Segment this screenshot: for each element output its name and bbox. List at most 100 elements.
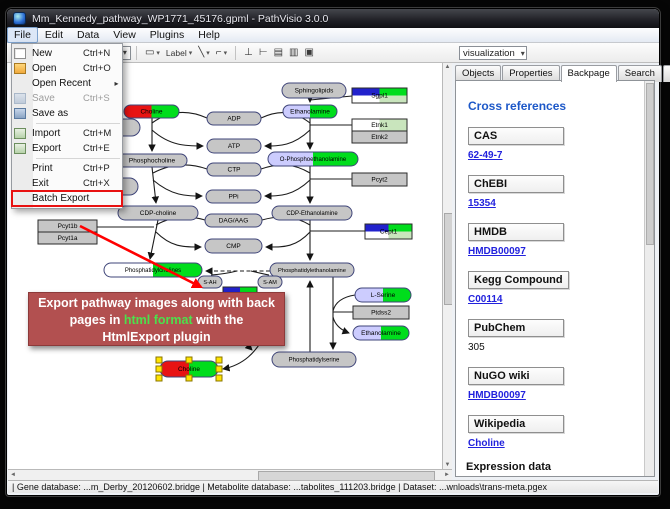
pathway-node-sgpl1[interactable]: Sgpl1 (352, 88, 407, 103)
selection-handle[interactable] (216, 375, 222, 381)
pathway-node-phosphatidylserine[interactable]: Phosphatidylserine (272, 352, 356, 367)
file-menu-item-save-as[interactable]: Save as (12, 106, 122, 121)
callout-line2-post: with the (193, 313, 244, 327)
menu-file[interactable]: File (7, 27, 38, 43)
chevron-down-icon: ▾ (123, 48, 127, 57)
pathway-node-s-am[interactable]: S-AM (258, 276, 282, 288)
selection-handle[interactable] (156, 357, 162, 363)
file-menu-item-exit[interactable]: ExitCtrl+X (12, 176, 122, 191)
titlebar[interactable]: Mm_Kennedy_pathway_WP1771_45176.gpml - P… (7, 9, 659, 28)
backpage-link[interactable]: HMDB00097 (468, 390, 654, 401)
backpage-section-title: PubChem (468, 319, 564, 337)
pathway-node-cmp[interactable]: CMP (205, 239, 262, 253)
selection-handle[interactable] (186, 375, 192, 381)
selection-handle[interactable] (216, 357, 222, 363)
backpage-link[interactable]: Choline (468, 438, 654, 449)
selection-handle[interactable] (156, 366, 162, 372)
selection-handle[interactable] (156, 375, 162, 381)
backpage-link[interactable]: 62-49-7 (468, 150, 654, 161)
backpage-section-title: ChEBI (468, 175, 564, 193)
pathway-edge[interactable] (265, 180, 310, 196)
pathway-node-choline-top[interactable]: Choline (124, 105, 179, 118)
file-menu-item-batch-export[interactable]: Batch Export (12, 191, 122, 206)
selection-handle[interactable] (186, 357, 192, 363)
distribute-vertical-button[interactable]: ▤ (271, 45, 286, 61)
pathway-edge[interactable] (333, 317, 349, 333)
file-menu-item-new[interactable]: NewCtrl+N (12, 46, 122, 61)
scroll-left-icon[interactable]: ◄ (10, 470, 16, 480)
pathway-node-ctp[interactable]: CTP (207, 163, 261, 176)
pathway-node-cdp-choline[interactable]: CDP-choline (118, 206, 198, 220)
pathway-node-adp[interactable]: ADP (207, 112, 261, 125)
menu-help[interactable]: Help (191, 28, 227, 42)
stack-button[interactable]: ▣ (301, 45, 316, 61)
pathvisio-app-icon (13, 12, 26, 25)
pathway-node-pcyt2[interactable]: Pcyt2 (352, 173, 407, 186)
pathway-node-phosphatidylcholines[interactable]: Phosphatidylcholines (104, 263, 202, 277)
pathway-edge[interactable] (156, 232, 201, 247)
canvas-horizontal-scrollbar[interactable]: ◄ ► (8, 469, 452, 480)
pathway-node-sphingolipids[interactable]: Sphingolipids (282, 83, 346, 98)
menu-view[interactable]: View (106, 28, 143, 42)
pathway-edge[interactable] (251, 271, 269, 275)
connector-tool-button[interactable]: ⌐▾ (213, 45, 230, 61)
selection-handle[interactable] (216, 366, 222, 372)
menu-item-label: Print (32, 163, 83, 174)
pathway-node-s-ah[interactable]: S-AH (198, 276, 222, 288)
file-menu-item-open[interactable]: OpenCtrl+O (12, 61, 122, 76)
pathway-edge[interactable] (152, 130, 203, 146)
pathway-node-choline-bottom[interactable]: Choline (156, 357, 222, 381)
pathway-node-phosphocholine[interactable]: Phosphocholine (117, 154, 187, 167)
scroll-down-icon[interactable]: ▼ (443, 462, 452, 468)
tab-legend[interactable]: Legend (663, 65, 670, 82)
panel-scroll-thumb[interactable] (646, 83, 654, 245)
connector-tool-button-glyph: ⌐ (216, 45, 222, 61)
backpage-link[interactable]: C00114 (468, 294, 654, 305)
label-tool-button[interactable]: Label▾ (163, 45, 195, 61)
line-tool-button[interactable]: ╲▾ (195, 45, 213, 61)
menu-plugins[interactable]: Plugins (143, 28, 191, 42)
visualization-combobox[interactable]: visualization ▾ (459, 46, 527, 60)
pathway-node-cept1[interactable]: Cept1 (365, 224, 412, 239)
pathway-node-ethanolamine-bottom[interactable]: Ethanolamine (353, 326, 409, 340)
pathway-node-cdp-ethanolamine[interactable]: CDP-Ethanolamine (272, 206, 352, 220)
menu-data[interactable]: Data (70, 28, 106, 42)
file-menu-item-print[interactable]: PrintCtrl+P (12, 161, 122, 176)
pathway-edge[interactable] (333, 295, 355, 311)
pathway-node-pcyt1b[interactable]: Pcyt1b (38, 220, 97, 232)
align-center-x-button[interactable]: ⊥ (241, 45, 256, 61)
pathway-node-ethanolamine-top[interactable]: Ethanolamine (283, 105, 337, 118)
pathway-edge[interactable] (153, 180, 202, 196)
pathway-node-atp[interactable]: ATP (207, 139, 261, 153)
pathway-node-o-phosphoethanolamine[interactable]: O-Phosphoethanolamine (268, 152, 358, 166)
menu-edit[interactable]: Edit (38, 28, 70, 42)
pathway-node-etnk2[interactable]: Etnk2 (352, 131, 407, 143)
tab-backpage[interactable]: Backpage (561, 65, 617, 82)
pathway-edge[interactable] (266, 232, 310, 247)
pathway-node-pcyt1a[interactable]: Pcyt1a (38, 232, 97, 244)
canvas-vertical-scrollbar[interactable]: ▲ ▼ (442, 63, 452, 469)
pathway-node-ppi[interactable]: PPi (206, 190, 261, 203)
align-center-y-button[interactable]: ⊢ (256, 45, 271, 61)
backpage-link[interactable]: HMDB00097 (468, 246, 654, 257)
scroll-right-icon[interactable]: ► (444, 470, 450, 480)
menu-item-label: Exit (32, 178, 83, 189)
file-menu-item-open-recent[interactable]: Open Recent▸ (12, 76, 122, 91)
pathway-edge[interactable] (265, 130, 310, 146)
file-menu-item-import[interactable]: ImportCtrl+M (12, 126, 122, 141)
pathway-node-dag[interactable]: DAG/AAG (205, 214, 262, 227)
scroll-up-icon[interactable]: ▲ (443, 64, 452, 70)
pathway-edge[interactable] (150, 220, 158, 259)
file-menu-item-export[interactable]: ExportCtrl+E (12, 141, 122, 156)
pathway-node-etnk1[interactable]: Etnk1 (352, 119, 407, 131)
pathway-node-phosphatidylethanolamine[interactable]: Phosphatidylethanolamine (270, 263, 354, 277)
pathway-node-label: DAG/AAG (219, 218, 249, 225)
pathway-node-ptdss2[interactable]: Ptdss2 (353, 306, 409, 319)
distribute-horizontal-button[interactable]: ▥ (286, 45, 301, 61)
datanode-tool-button[interactable]: ▭▾ (142, 45, 163, 61)
backpage-link[interactable]: 15354 (468, 198, 654, 209)
pathway-edge[interactable] (211, 271, 237, 275)
callout-line2-highlight: html format (124, 313, 193, 327)
panel-scrollbar[interactable] (644, 81, 654, 476)
pathway-node-l-serine[interactable]: L-Serine (355, 288, 411, 302)
